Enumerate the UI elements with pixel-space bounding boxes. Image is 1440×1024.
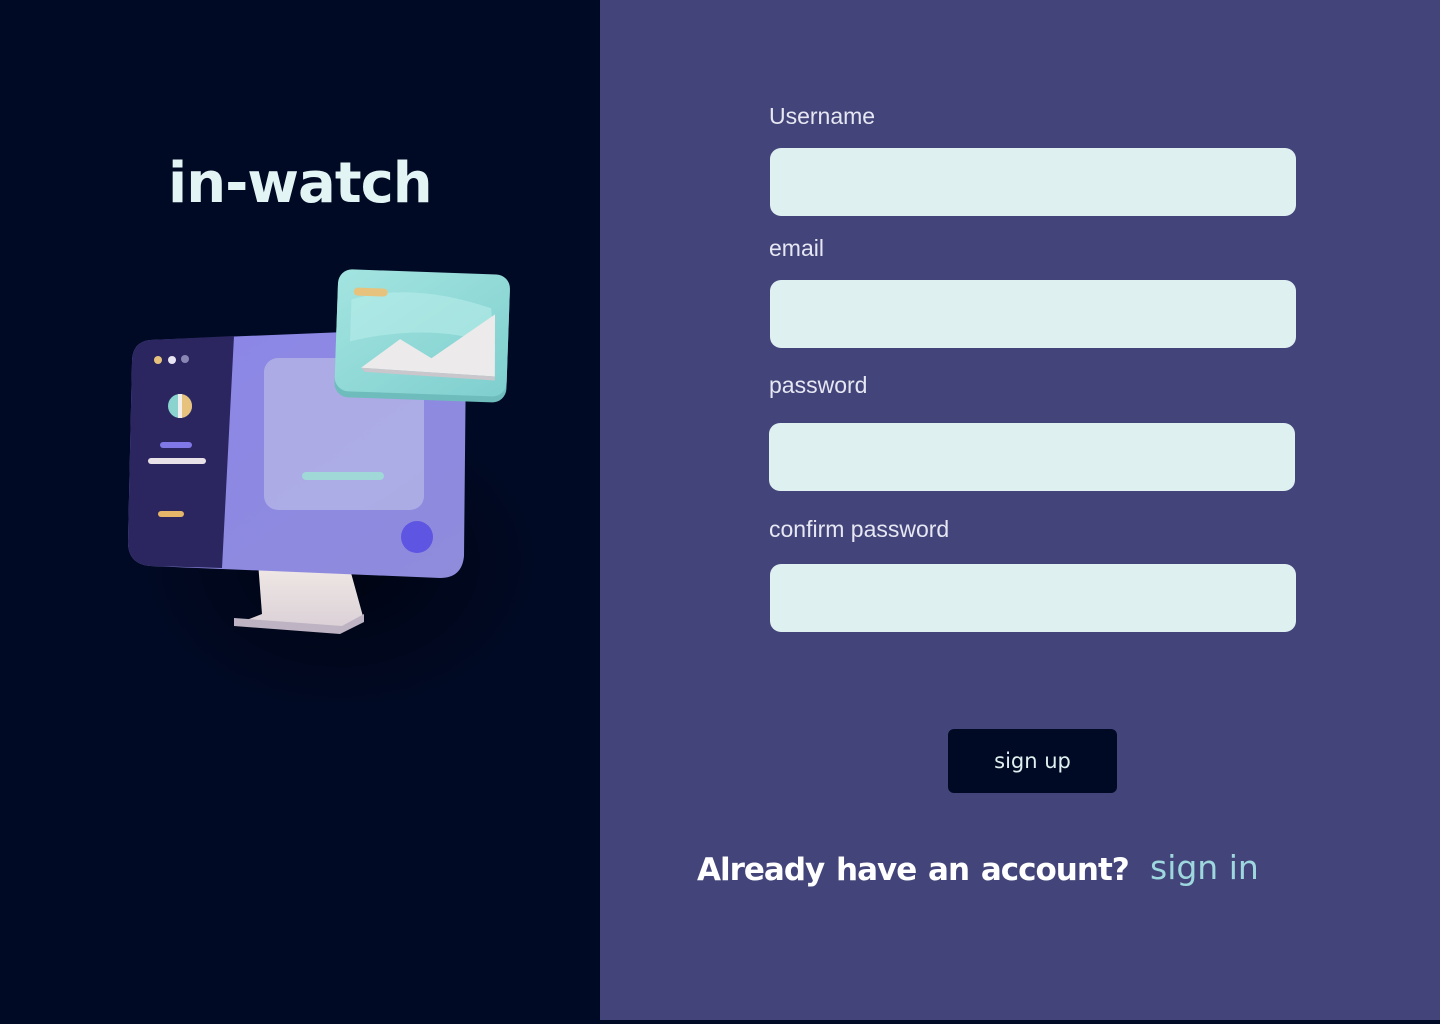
signup-form-panel: Username email password confirm password… — [600, 0, 1440, 1020]
username-label: Username — [769, 103, 876, 129]
sign-in-link[interactable]: sign in — [1150, 848, 1259, 887]
confirm-password-field[interactable] — [770, 564, 1296, 632]
brand-logo-text: in-watch — [168, 151, 433, 216]
password-field[interactable] — [769, 423, 1295, 491]
username-field[interactable] — [770, 148, 1296, 216]
email-label: email — [769, 235, 824, 261]
brand-panel: in-watch — [0, 0, 600, 1024]
password-label: password — [769, 372, 868, 398]
email-field[interactable] — [770, 280, 1296, 348]
signup-page: in-watch Username email password confirm… — [0, 0, 1440, 1024]
confirm-password-label: confirm password — [769, 516, 950, 542]
computer-monitor-illustration — [110, 262, 540, 712]
sign-up-button[interactable]: sign up — [948, 729, 1117, 793]
already-have-account-text: Already have an account? — [697, 852, 1130, 888]
